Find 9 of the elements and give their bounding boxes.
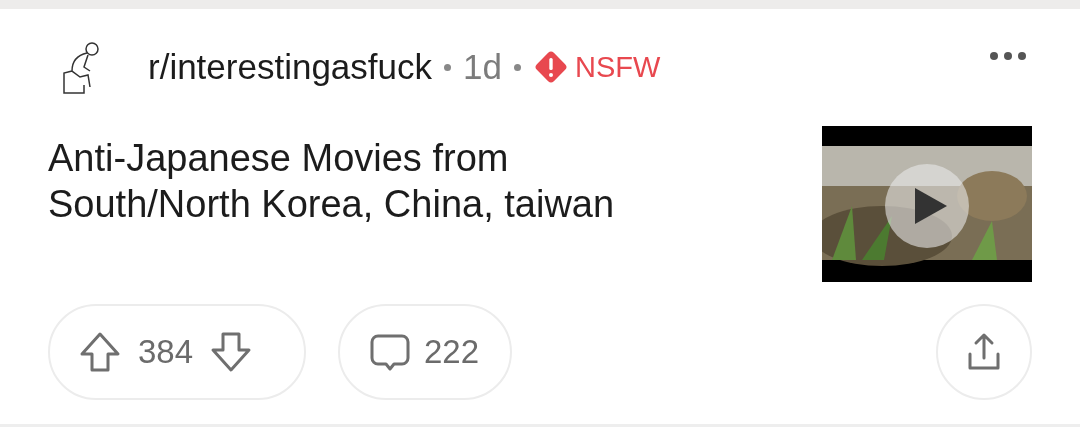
comments-button[interactable]: 222 — [338, 304, 512, 400]
post-title[interactable]: Anti-Japanese Movies from South/North Korea, China, taiwan — [48, 135, 708, 227]
more-icon[interactable] — [988, 50, 1028, 62]
subreddit-name[interactable]: r/interestingasfuck — [148, 47, 433, 87]
nsfw-label: NSFW — [574, 50, 661, 84]
separator-dot — [444, 63, 452, 71]
vote-count: 384 — [138, 333, 194, 371]
post-age: 1d — [463, 47, 502, 87]
separator-dot — [513, 63, 521, 71]
